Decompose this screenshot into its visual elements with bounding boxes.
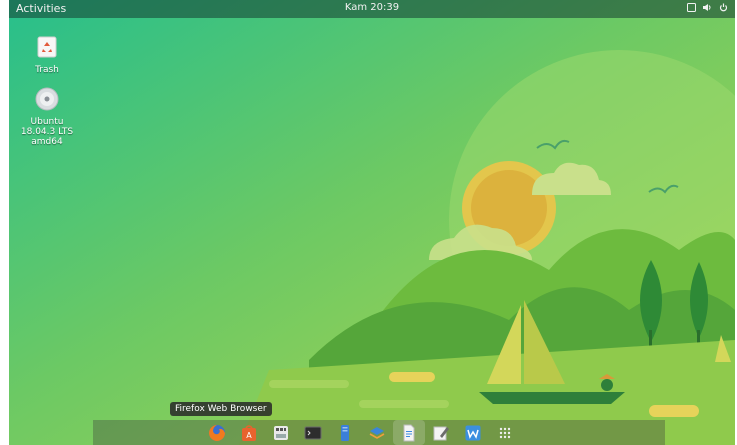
top-bar: Activities Kam 20:39 [9,0,735,18]
trash-desktop-icon[interactable]: Trash [17,35,77,75]
trash-label: Trash [35,65,59,75]
app-3-icon [274,425,288,440]
terminal-icon [304,426,322,439]
system-tray[interactable] [686,2,728,12]
disc-label-line2: 18.04.3 LTS [20,127,74,137]
files-icon [341,424,349,441]
trash-icon [37,36,57,58]
dock-app-3[interactable] [265,420,297,445]
optical-disc-icon [35,87,59,111]
svg-text:A: A [246,431,252,440]
document-icon [403,424,415,441]
dock-layers[interactable] [361,420,393,445]
dock-files[interactable] [329,420,361,445]
disc-label-line1: Ubuntu [30,117,64,127]
show-applications-icon [499,427,511,438]
software-store-icon: A [242,424,256,441]
clock[interactable]: Kam 20:39 [9,2,735,13]
dock-terminal[interactable] [297,420,329,445]
dock-show-applications[interactable] [489,420,521,445]
dock-app-9[interactable] [457,420,489,445]
layers-icon [369,426,385,439]
firefox-icon [209,424,225,441]
left-frame [0,0,9,445]
dock: A [93,420,665,445]
dock-tooltip: Firefox Web Browser [170,402,272,416]
desktop-wallpaper [9,0,735,445]
ubuntu-disc-desktop-icon[interactable]: Ubuntu 18.04.3 LTS amd64 [17,87,77,147]
app-9-icon [465,425,481,440]
window-icon[interactable] [686,2,696,12]
dock-firefox[interactable] [201,420,233,445]
dock-text-editor[interactable] [425,420,457,445]
dock-document[interactable] [393,420,425,445]
volume-icon[interactable] [702,2,712,12]
power-icon[interactable] [718,2,728,12]
disc-label-line3: amd64 [31,137,63,147]
text-editor-icon [433,426,449,440]
dock-software-store[interactable]: A [233,420,265,445]
